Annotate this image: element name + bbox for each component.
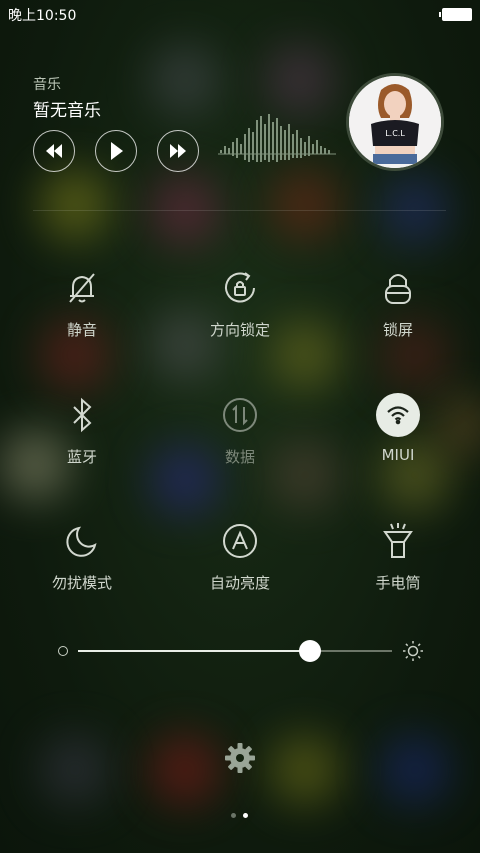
toggle-wifi[interactable]: MIUI (318, 392, 478, 482)
toggle-mobile-data[interactable]: 数据 (160, 392, 320, 482)
flashlight-icon (375, 518, 421, 564)
settings-gear-icon[interactable] (224, 742, 256, 774)
page-indicator (229, 812, 251, 820)
previous-button[interactable] (33, 130, 75, 172)
brightness-knob[interactable] (299, 640, 322, 662)
toggle-flashlight[interactable]: 手电筒 (318, 518, 478, 608)
toggle-do-not-disturb-label: 勿扰模式 (51, 574, 112, 592)
toggle-do-not-disturb[interactable]: 勿扰模式 (2, 518, 162, 608)
moon-icon (59, 518, 105, 564)
battery-icon (439, 8, 472, 21)
album-art-image: L.C.L (349, 76, 441, 168)
toggle-mute[interactable]: 静音 (2, 265, 162, 355)
album-cover[interactable]: L.C.L (346, 73, 444, 171)
toggle-rotation-lock-label: 方向锁定 (209, 321, 270, 339)
toggle-auto-brightness-label: 自动亮度 (209, 574, 270, 592)
music-title: 暂无音乐 (33, 101, 101, 121)
svg-text:L.C.L: L.C.L (385, 129, 405, 138)
toggle-bluetooth[interactable]: 蓝牙 (2, 392, 162, 482)
music-label: 音乐 (33, 77, 61, 93)
rotation-lock-icon (217, 265, 263, 311)
toggle-mobile-data-label: 数据 (224, 448, 255, 466)
auto-brightness-icon (217, 518, 263, 564)
toggle-lock-screen[interactable]: 锁屏 (318, 265, 478, 355)
lock-icon (375, 265, 421, 311)
bluetooth-icon (59, 392, 105, 438)
music-divider (33, 210, 446, 211)
status-bar: 晚上10:50 (0, 0, 480, 28)
fast-forward-icon (170, 144, 186, 158)
toggle-mute-label: 静音 (66, 321, 97, 339)
brightness-max-icon (403, 641, 423, 661)
rewind-icon (46, 144, 62, 158)
play-icon (111, 142, 123, 160)
brightness-slider[interactable] (56, 636, 428, 666)
wifi-active-circle (375, 392, 421, 438)
toggle-bluetooth-label: 蓝牙 (66, 448, 97, 466)
toggle-flashlight-label: 手电筒 (375, 574, 421, 592)
toggle-auto-brightness[interactable]: 自动亮度 (160, 518, 320, 608)
page-dot (231, 813, 236, 818)
status-time: 晚上10:50 (8, 8, 77, 24)
wifi-icon (376, 393, 420, 437)
page-dot (243, 813, 248, 818)
bell-off-icon (59, 265, 105, 311)
play-button[interactable] (95, 130, 137, 172)
toggle-wifi-label: MIUI (381, 446, 415, 464)
toggle-lock-screen-label: 锁屏 (382, 321, 413, 339)
brightness-min-icon (58, 646, 68, 656)
brightness-fill (78, 650, 311, 652)
next-button[interactable] (157, 130, 199, 172)
toggle-rotation-lock[interactable]: 方向锁定 (160, 265, 320, 355)
audio-waveform (218, 114, 336, 162)
mobile-data-icon (217, 392, 263, 438)
